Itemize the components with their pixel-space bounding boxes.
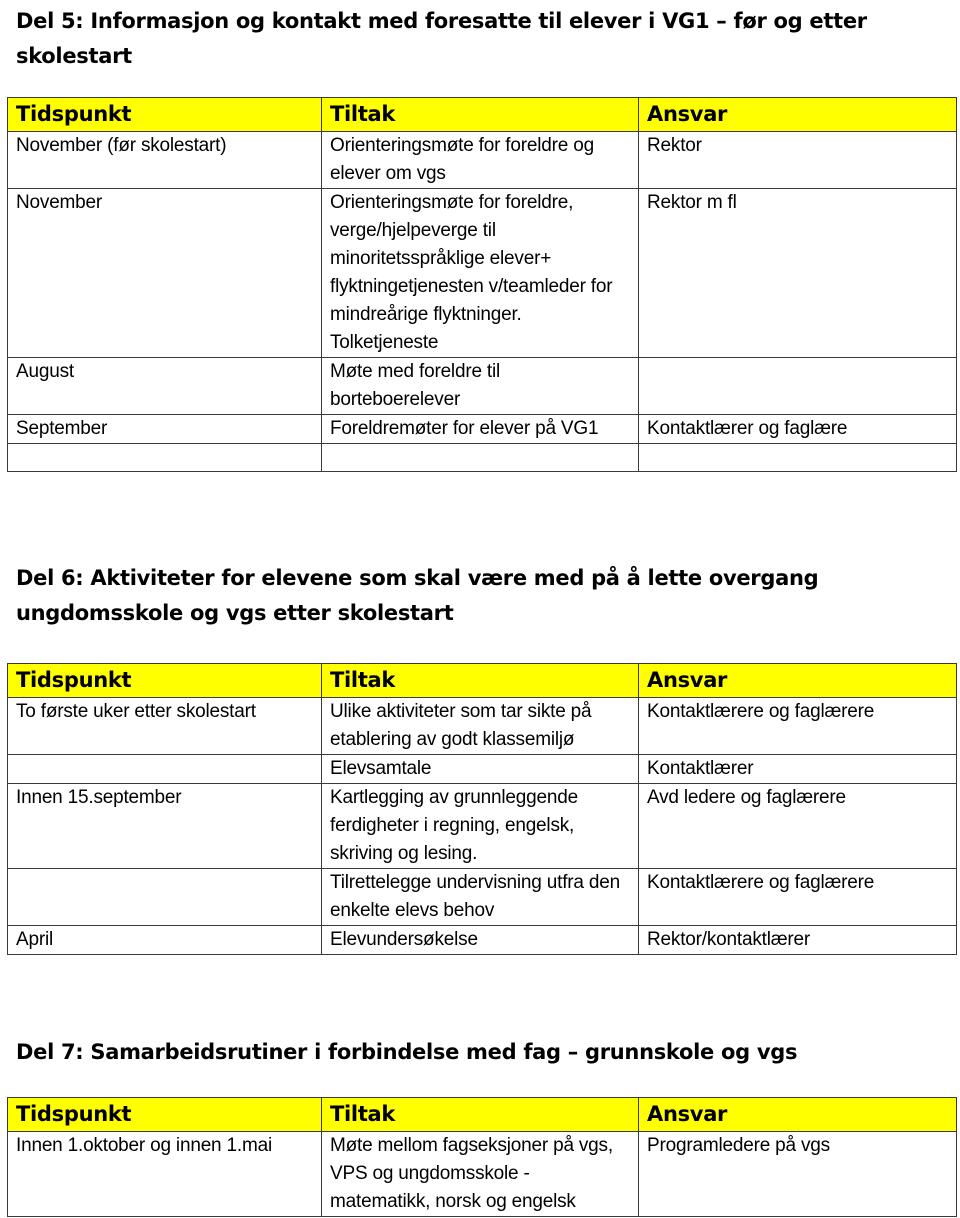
- column-header-tiltak: Tiltak: [321, 663, 639, 698]
- table-row: Elevsamtale Kontaktlærer: [7, 754, 957, 784]
- cell-tidspunkt: August: [7, 357, 322, 415]
- column-header-tidspunkt: Tidspunkt: [7, 97, 322, 132]
- table-header-row: Tidspunkt Tiltak Ansvar: [7, 1097, 957, 1132]
- table-row: Innen 15.september Kartlegging av grunnl…: [7, 783, 957, 869]
- cell-ansvar: Avd ledere og faglærere: [638, 783, 957, 869]
- section-7-table: Tidspunkt Tiltak Ansvar Innen 1.oktober …: [7, 1097, 957, 1217]
- cell-tidspunkt: November (før skolestart): [7, 131, 322, 189]
- table-row: Tilrettelegge undervisning utfra den enk…: [7, 868, 957, 926]
- cell-ansvar: [638, 443, 957, 472]
- section-6-table: Tidspunkt Tiltak Ansvar To første uker e…: [7, 663, 957, 955]
- column-header-tiltak: Tiltak: [321, 97, 639, 132]
- cell-ansvar: Kontaktlærere og faglærere: [638, 697, 957, 755]
- section-5-title: Del 5: Informasjon og kontakt med foresa…: [16, 9, 867, 68]
- cell-tiltak: Møte mellom fagseksjoner på vgs, VPS og …: [321, 1131, 639, 1217]
- cell-ansvar: Kontaktlærere og faglærere: [638, 868, 957, 926]
- table-header-row: Tidspunkt Tiltak Ansvar: [7, 663, 957, 698]
- cell-tiltak: [321, 443, 639, 472]
- cell-ansvar: [638, 357, 957, 415]
- table-row: November Orienteringsmøte for foreldre, …: [7, 188, 957, 358]
- cell-tiltak: Orienteringsmøte for foreldre og elever …: [321, 131, 639, 189]
- cell-tiltak: Kartlegging av grunnleggende ferdigheter…: [321, 783, 639, 869]
- table-row: August Møte med foreldre til borteboerel…: [7, 357, 957, 415]
- cell-tidspunkt: Innen 15.september: [7, 783, 322, 869]
- column-header-tiltak: Tiltak: [321, 1097, 639, 1132]
- cell-tidspunkt: Innen 1.oktober og innen 1.mai: [7, 1131, 322, 1217]
- table-header-row: Tidspunkt Tiltak Ansvar: [7, 97, 957, 132]
- cell-ansvar: Programledere på vgs: [638, 1131, 957, 1217]
- table-row: April Elevundersøkelse Rektor/kontaktlær…: [7, 925, 957, 955]
- column-header-ansvar: Ansvar: [638, 1097, 957, 1132]
- cell-ansvar: Rektor m fl: [638, 188, 957, 358]
- column-header-ansvar: Ansvar: [638, 663, 957, 698]
- cell-tidspunkt: November: [7, 188, 322, 358]
- cell-ansvar: Kontaktlærer: [638, 754, 957, 784]
- section-6-title: Del 6: Aktiviteter for elevene som skal …: [16, 566, 819, 625]
- cell-tiltak: Elevundersøkelse: [321, 925, 639, 955]
- cell-tidspunkt: [7, 754, 322, 784]
- table-row: To første uker etter skolestart Ulike ak…: [7, 697, 957, 755]
- column-header-tidspunkt: Tidspunkt: [7, 1097, 322, 1132]
- cell-tiltak: Foreldremøter for elever på VG1: [321, 414, 639, 444]
- table-row-empty: [7, 443, 957, 472]
- cell-tidspunkt: [7, 868, 322, 926]
- cell-ansvar: Rektor: [638, 131, 957, 189]
- table-row: Innen 1.oktober og innen 1.mai Møte mell…: [7, 1131, 957, 1217]
- cell-tiltak: Tilrettelegge undervisning utfra den enk…: [321, 868, 639, 926]
- cell-tiltak: Orienteringsmøte for foreldre, verge/hje…: [321, 188, 639, 358]
- table-row: September Foreldremøter for elever på VG…: [7, 414, 957, 444]
- cell-ansvar: Kontaktlærer og faglære: [638, 414, 957, 444]
- column-header-ansvar: Ansvar: [638, 97, 957, 132]
- cell-tiltak: Møte med foreldre til borteboerelever: [321, 357, 639, 415]
- cell-tidspunkt: To første uker etter skolestart: [7, 697, 322, 755]
- cell-tidspunkt: [7, 443, 322, 472]
- table-row: November (før skolestart) Orienteringsmø…: [7, 131, 957, 189]
- cell-ansvar: Rektor/kontaktlærer: [638, 925, 957, 955]
- section-7-title: Del 7: Samarbeidsrutiner i forbindelse m…: [16, 1040, 798, 1064]
- column-header-tidspunkt: Tidspunkt: [7, 663, 322, 698]
- cell-tidspunkt: September: [7, 414, 322, 444]
- cell-tidspunkt: April: [7, 925, 322, 955]
- cell-tiltak: Elevsamtale: [321, 754, 639, 784]
- section-5-table: Tidspunkt Tiltak Ansvar November (før sk…: [7, 97, 957, 472]
- cell-tiltak: Ulike aktiviteter som tar sikte på etabl…: [321, 697, 639, 755]
